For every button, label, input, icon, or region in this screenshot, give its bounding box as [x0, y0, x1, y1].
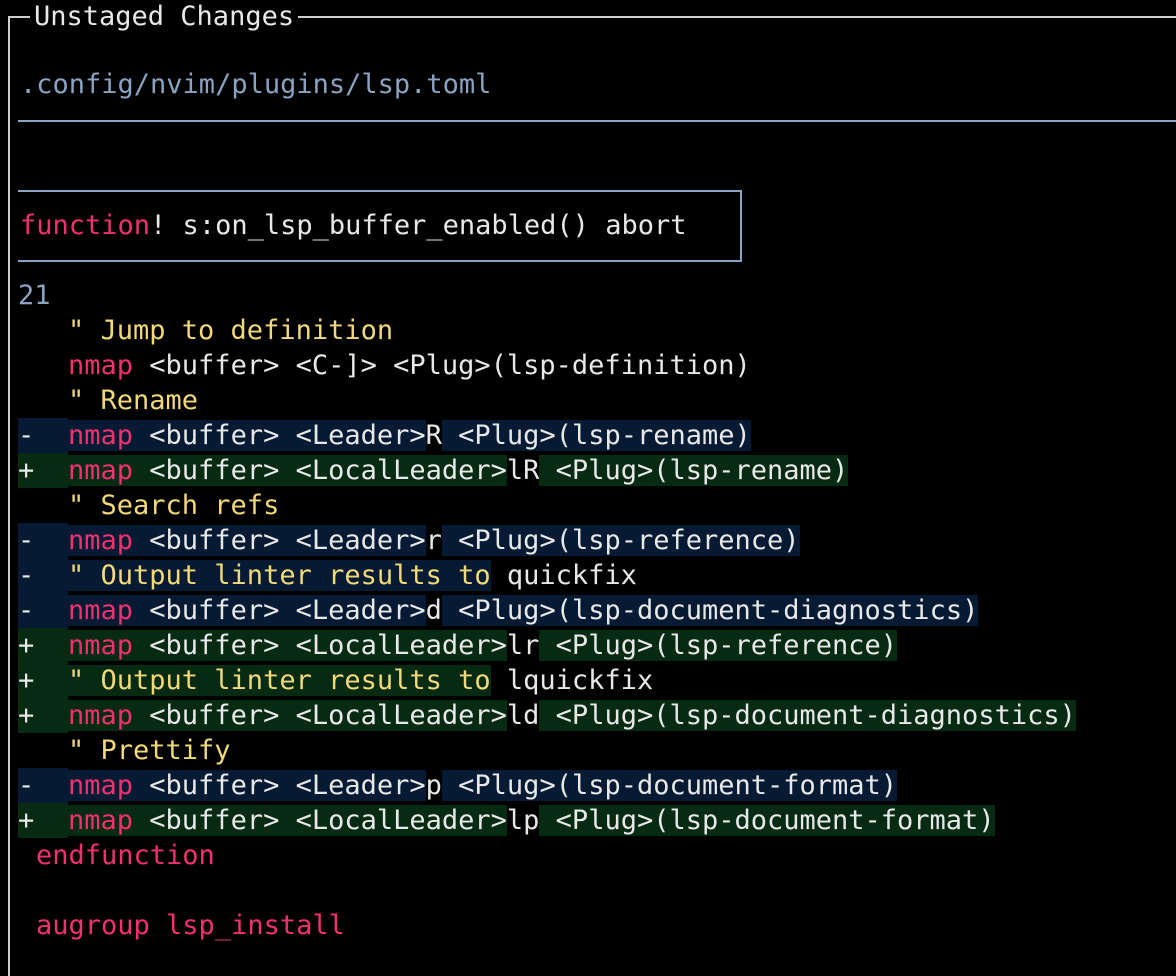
diff-line-deleted[interactable]: - nmap <buffer> <Leader>d <Plug>(lsp-doc…	[18, 593, 1076, 628]
diff-line-added[interactable]: + nmap <buffer> <LocalLeader>lp <Plug>(l…	[18, 803, 1076, 838]
code-token: lp	[506, 805, 540, 836]
diff-line-context[interactable]: augroup lsp_install	[18, 908, 1076, 943]
code-token: <Plug>(lsp-rename)	[539, 455, 849, 486]
code-token: p	[425, 770, 442, 801]
diff-line-added[interactable]: + " Output linter results to lquickfix	[18, 663, 1076, 698]
diff-marker: -	[18, 768, 68, 803]
diff-marker	[18, 383, 68, 418]
code-token: R	[425, 420, 442, 451]
comment-token: " Prettify	[68, 735, 231, 766]
diff-line-added[interactable]: + nmap <buffer> <LocalLeader>ld <Plug>(l…	[18, 698, 1076, 733]
code-token: <Plug>(lsp-document-format)	[441, 770, 898, 801]
code-token: <buffer> <Leader>	[133, 595, 426, 626]
keyword-token: nmap	[68, 420, 134, 451]
diff-marker: -	[18, 418, 68, 453]
code-token: lr	[506, 630, 540, 661]
comment-token: " Rename	[68, 385, 199, 416]
code-token: <buffer> <LocalLeader>	[133, 455, 507, 486]
code-token: <buffer> <Leader>	[133, 525, 426, 556]
code-token: <buffer> <LocalLeader>	[133, 805, 507, 836]
keyword-token: nmap	[68, 770, 134, 801]
diff-marker: +	[18, 453, 68, 488]
diff-marker: -	[18, 523, 68, 558]
code-token: lquickfix	[490, 665, 654, 696]
diff-marker: -	[18, 593, 68, 628]
diff-line-context[interactable]: " Search refs	[18, 488, 1076, 523]
diff-marker: +	[18, 663, 68, 698]
code-token: r	[425, 525, 442, 556]
code-token: ld	[506, 700, 540, 731]
diff-line-deleted[interactable]: - nmap <buffer> <Leader>p <Plug>(lsp-doc…	[18, 768, 1076, 803]
panel-frame-left	[8, 16, 10, 976]
comment-token: " Search refs	[68, 490, 280, 521]
keyword-token: nmap	[68, 630, 134, 661]
code-token: <buffer> <LocalLeader>	[133, 700, 507, 731]
file-rule	[18, 120, 1176, 122]
panel-title: Unstaged Changes	[30, 0, 299, 34]
diff-line-added[interactable]: + nmap <buffer> <LocalLeader>lr <Plug>(l…	[18, 628, 1076, 663]
hunk-header-text: function! s:on_lsp_buffer_enabled() abor…	[20, 209, 686, 243]
diff-marker	[18, 313, 68, 348]
code-token: <Plug>(lsp-document-diagnostics)	[441, 595, 979, 626]
code-token: <buffer> <Leader>	[133, 770, 426, 801]
keyword-token: nmap	[68, 455, 134, 486]
comment-token: " Output linter results to	[68, 665, 491, 696]
diff-marker	[18, 348, 68, 383]
hunk-keyword: function	[20, 210, 151, 241]
code-token: quickfix	[490, 560, 637, 591]
comment-token: " Output linter results to	[68, 560, 491, 591]
line-number: 21	[18, 280, 51, 311]
diff-line-context[interactable]: nmap <buffer> <C-]> <Plug>(lsp-definitio…	[18, 348, 1076, 383]
code-token: <buffer> <LocalLeader>	[133, 630, 507, 661]
file-path[interactable]: .config/nvim/plugins/lsp.toml	[20, 68, 491, 102]
diff-line-context[interactable]: " Jump to definition	[18, 313, 1076, 348]
diff-marker: +	[18, 698, 68, 733]
hunk-signature: ! s:on_lsp_buffer_enabled() abort	[150, 210, 687, 241]
diff-line-context[interactable]: " Prettify	[18, 733, 1076, 768]
diff-line-deleted[interactable]: - nmap <buffer> <Leader>R <Plug>(lsp-ren…	[18, 418, 1076, 453]
code-token: <Plug>(lsp-rename)	[441, 420, 751, 451]
hunk-header[interactable]: function! s:on_lsp_buffer_enabled() abor…	[18, 190, 742, 262]
diff-view[interactable]: 21 " Jump to definition nmap <buffer> <C…	[18, 278, 1076, 943]
code-token: <Plug>(lsp-reference)	[539, 630, 898, 661]
keyword-token: nmap	[68, 595, 134, 626]
code-token: lR	[506, 455, 540, 486]
comment-token: " Jump to definition	[68, 315, 394, 346]
diff-marker: +	[18, 628, 68, 663]
code-token: <Plug>(lsp-document-format)	[539, 805, 995, 836]
diff-line-context[interactable]	[18, 873, 1076, 908]
diff-marker	[18, 488, 68, 523]
keyword-token: nmap	[68, 350, 134, 381]
keyword-token: augroup lsp_install	[36, 910, 345, 941]
diff-line-added[interactable]: + nmap <buffer> <LocalLeader>lR <Plug>(l…	[18, 453, 1076, 488]
code-token: <buffer> <Leader>	[133, 420, 426, 451]
keyword-token: nmap	[68, 525, 134, 556]
keyword-token: nmap	[68, 805, 134, 836]
diff-marker	[18, 733, 68, 768]
keyword-token: nmap	[68, 700, 134, 731]
code-token: <Plug>(lsp-document-diagnostics)	[539, 700, 1076, 731]
diff-line-context[interactable]: endfunction	[18, 838, 1076, 873]
keyword-token: endfunction	[36, 840, 215, 871]
diff-line-deleted[interactable]: - " Output linter results to quickfix	[18, 558, 1076, 593]
code-token: <buffer> <C-]> <Plug>(lsp-definition)	[133, 350, 751, 381]
diff-marker: +	[18, 803, 68, 838]
diff-line-context[interactable]: " Rename	[18, 383, 1076, 418]
diff-marker: -	[18, 558, 68, 593]
code-token: <Plug>(lsp-reference)	[441, 525, 800, 556]
diff-line-deleted[interactable]: - nmap <buffer> <Leader>r <Plug>(lsp-ref…	[18, 523, 1076, 558]
code-token: d	[425, 595, 442, 626]
